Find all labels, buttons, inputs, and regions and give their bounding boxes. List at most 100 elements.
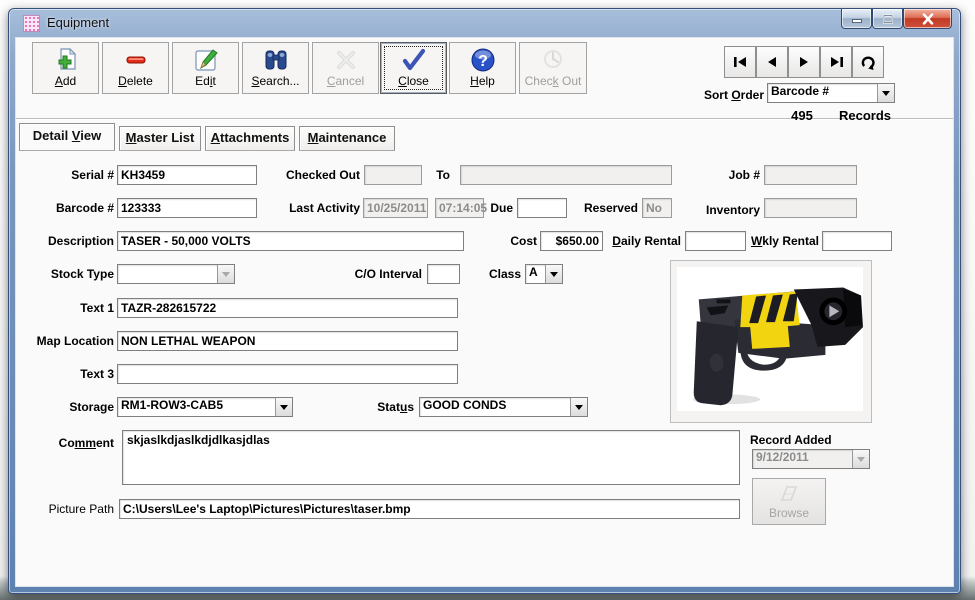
edit-label: Edit [173, 74, 238, 88]
desktop: Equipment Add [0, 0, 975, 600]
tab-attachments[interactable]: Attachments [205, 126, 295, 151]
browse-button: Browse [752, 478, 826, 525]
picture-path-input[interactable] [119, 499, 740, 519]
chevron-down-icon [857, 457, 865, 466]
close-icon [922, 13, 934, 24]
minimize-icon [851, 14, 862, 23]
stock-type-label: Stock Type [24, 264, 114, 284]
chevron-down-icon [280, 405, 288, 414]
nav-last-button[interactable] [820, 46, 852, 78]
minimize-button[interactable] [841, 9, 872, 29]
last-activity-date-field: 10/25/2011 [363, 198, 428, 218]
taser-image [677, 267, 863, 411]
co-interval-input[interactable] [427, 264, 460, 284]
help-button[interactable]: ? Help [449, 42, 516, 94]
sort-order-label: Sort Order [684, 85, 764, 105]
storage-label: Storage [24, 397, 114, 417]
record-added-dropdown-arrow [852, 450, 869, 468]
sort-order-select[interactable]: Barcode # [767, 83, 895, 103]
description-input[interactable] [117, 231, 464, 251]
storage-value: RM1-ROW3-CAB5 [121, 398, 274, 412]
reserved-value: No [643, 201, 665, 215]
co-interval-label: C/O Interval [342, 264, 422, 284]
nav-next-button[interactable] [788, 46, 820, 78]
chevron-down-icon [550, 272, 558, 281]
search-label: Search... [243, 74, 308, 88]
last-activity-time: 07:14:05 [436, 201, 490, 215]
description-label: Description [24, 231, 114, 251]
delete-button[interactable]: Delete [102, 42, 169, 94]
stock-type-dropdown-arrow [217, 265, 234, 283]
maximize-icon [882, 14, 893, 24]
edit-button[interactable]: Edit [172, 42, 239, 94]
status-label: Status [364, 397, 414, 417]
to-field [460, 165, 672, 185]
status-select[interactable]: GOOD CONDS [419, 397, 588, 417]
nav-refresh-button[interactable] [852, 46, 884, 78]
sort-order-dropdown-arrow[interactable] [877, 84, 894, 102]
storage-dropdown-arrow[interactable] [275, 398, 292, 416]
question-icon: ? [470, 47, 496, 73]
picture-path-label: Picture Path [24, 499, 114, 519]
reserved-label: Reserved [568, 198, 638, 218]
checkmark-icon [401, 47, 427, 73]
daily-rental-label: Daily Rental [601, 231, 681, 251]
status-value: GOOD CONDS [423, 398, 569, 412]
close-window-button[interactable] [903, 9, 952, 29]
barcode-input[interactable] [117, 198, 257, 218]
to-label: To [430, 165, 450, 185]
tab-detail-view[interactable]: Detail View [19, 123, 115, 151]
text3-input[interactable] [117, 364, 458, 384]
next-record-icon [798, 56, 810, 68]
titlebar[interactable]: Equipment [9, 9, 960, 37]
checked-out-field [364, 165, 422, 185]
records-label: Records [831, 108, 891, 123]
nav-previous-button[interactable] [756, 46, 788, 78]
inventory-field [764, 198, 857, 218]
inventory-label: Inventory [690, 200, 760, 220]
record-added-value: 9/12/2011 [756, 450, 851, 464]
wkly-rental-input[interactable] [822, 231, 892, 251]
binoculars-icon [263, 47, 289, 73]
cancel-label: Cancel [313, 74, 378, 88]
search-button[interactable]: Search... [242, 42, 309, 94]
browse-folder-icon [778, 482, 800, 504]
tab-master-list[interactable]: Master List [119, 126, 201, 151]
first-record-icon [733, 56, 748, 68]
svg-text:?: ? [478, 53, 488, 70]
class-dropdown-arrow[interactable] [545, 265, 562, 283]
tab-maintenance[interactable]: Maintenance [299, 126, 395, 151]
refresh-icon [860, 55, 876, 70]
wkly-rental-label: Wkly Rental [739, 231, 819, 251]
nav-first-button[interactable] [724, 46, 756, 78]
browse-label: Browse [753, 507, 825, 519]
serial-input[interactable] [117, 165, 257, 185]
checked-out-label: Checked Out [270, 165, 360, 185]
due-input[interactable] [517, 198, 567, 218]
cost-label: Cost [497, 231, 537, 251]
text1-label: Text 1 [24, 298, 114, 318]
class-select[interactable]: A [525, 264, 563, 284]
add-button[interactable]: Add [32, 42, 99, 94]
last-activity-label: Last Activity [270, 198, 360, 218]
add-document-icon [53, 47, 79, 73]
serial-label: Serial # [24, 165, 114, 185]
comment-textarea[interactable]: skjaslkdjaslkdjdlkasjdlas [122, 430, 740, 485]
text1-input[interactable] [117, 298, 458, 318]
storage-select[interactable]: RM1-ROW3-CAB5 [117, 397, 293, 417]
daily-rental-input[interactable] [685, 231, 746, 251]
reserved-field: No [642, 198, 672, 218]
map-location-input[interactable] [117, 331, 458, 351]
sort-order-value: Barcode # [771, 84, 876, 98]
equipment-window: Equipment Add [8, 8, 961, 594]
last-record-icon [829, 56, 844, 68]
due-label: Due [483, 198, 513, 218]
text3-label: Text 3 [24, 364, 114, 384]
record-added-select: 9/12/2011 [752, 449, 870, 469]
previous-record-icon [766, 56, 778, 68]
status-dropdown-arrow[interactable] [570, 398, 587, 416]
cost-input[interactable] [540, 231, 603, 251]
close-button[interactable]: Close [380, 42, 447, 94]
maximize-button[interactable] [872, 9, 903, 29]
x-icon [333, 47, 359, 73]
